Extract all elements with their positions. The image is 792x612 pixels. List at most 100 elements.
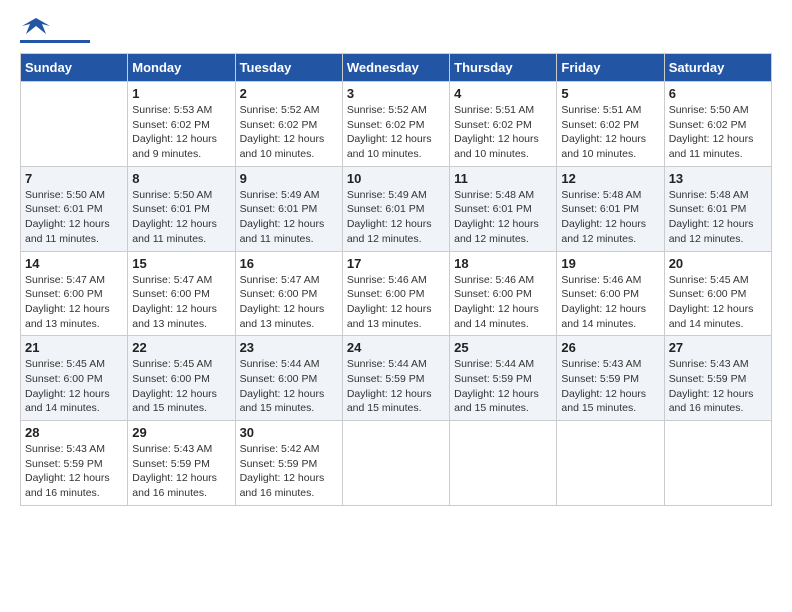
day-number: 19 <box>561 256 659 271</box>
day-of-week-header: Friday <box>557 54 664 82</box>
day-number: 18 <box>454 256 552 271</box>
day-info: Sunrise: 5:48 AMSunset: 6:01 PMDaylight:… <box>454 188 552 247</box>
logo <box>20 20 90 43</box>
calendar-cell: 6 Sunrise: 5:50 AMSunset: 6:02 PMDaylight… <box>664 82 771 167</box>
calendar-cell <box>557 421 664 506</box>
calendar-cell: 2 Sunrise: 5:52 AMSunset: 6:02 PMDaylight… <box>235 82 342 167</box>
day-number: 24 <box>347 340 445 355</box>
day-info: Sunrise: 5:43 AMSunset: 5:59 PMDaylight:… <box>669 357 767 416</box>
calendar-table: SundayMondayTuesdayWednesdayThursdayFrid… <box>20 53 772 506</box>
day-of-week-header: Sunday <box>21 54 128 82</box>
day-number: 21 <box>25 340 123 355</box>
day-info: Sunrise: 5:48 AMSunset: 6:01 PMDaylight:… <box>561 188 659 247</box>
calendar-cell: 15 Sunrise: 5:47 AMSunset: 6:00 PMDayligh… <box>128 251 235 336</box>
day-number: 23 <box>240 340 338 355</box>
day-of-week-header: Monday <box>128 54 235 82</box>
calendar-cell: 7 Sunrise: 5:50 AMSunset: 6:01 PMDaylight… <box>21 166 128 251</box>
day-number: 11 <box>454 171 552 186</box>
calendar-cell: 21 Sunrise: 5:45 AMSunset: 6:00 PMDayligh… <box>21 336 128 421</box>
calendar-cell: 22 Sunrise: 5:45 AMSunset: 6:00 PMDayligh… <box>128 336 235 421</box>
calendar-cell: 28Sunrise: 5:43 AMSunset: 5:59 PMDayligh… <box>21 421 128 506</box>
day-number: 27 <box>669 340 767 355</box>
day-number: 8 <box>132 171 230 186</box>
calendar-cell: 27 Sunrise: 5:43 AMSunset: 5:59 PMDayligh… <box>664 336 771 421</box>
day-info: Sunrise: 5:43 AMSunset: 5:59 PMDaylight:… <box>561 357 659 416</box>
day-info: Sunrise: 5:50 AMSunset: 6:01 PMDaylight:… <box>132 188 230 247</box>
day-info: Sunrise: 5:47 AMSunset: 6:00 PMDaylight:… <box>25 273 123 332</box>
calendar-cell: 1Sunrise: 5:53 AMSunset: 6:02 PMDaylight… <box>128 82 235 167</box>
calendar-cell: 29 Sunrise: 5:43 AMSunset: 5:59 PMDayligh… <box>128 421 235 506</box>
day-number: 14 <box>25 256 123 271</box>
day-info: Sunrise: 5:45 AMSunset: 6:00 PMDaylight:… <box>25 357 123 416</box>
calendar-header-row: SundayMondayTuesdayWednesdayThursdayFrid… <box>21 54 772 82</box>
day-of-week-header: Saturday <box>664 54 771 82</box>
calendar-cell: 18 Sunrise: 5:46 AMSunset: 6:00 PMDayligh… <box>450 251 557 336</box>
day-number: 25 <box>454 340 552 355</box>
day-number: 29 <box>132 425 230 440</box>
day-info: Sunrise: 5:43 AMSunset: 5:59 PMDaylight:… <box>132 442 230 501</box>
calendar-cell <box>21 82 128 167</box>
day-info: Sunrise: 5:52 AMSunset: 6:02 PMDaylight:… <box>347 103 445 162</box>
calendar-cell <box>450 421 557 506</box>
calendar-cell: 23 Sunrise: 5:44 AMSunset: 6:00 PMDayligh… <box>235 336 342 421</box>
calendar-cell: 12 Sunrise: 5:48 AMSunset: 6:01 PMDayligh… <box>557 166 664 251</box>
day-info: Sunrise: 5:50 AMSunset: 6:02 PMDaylight:… <box>669 103 767 162</box>
calendar-cell: 26 Sunrise: 5:43 AMSunset: 5:59 PMDayligh… <box>557 336 664 421</box>
day-number: 4 <box>454 86 552 101</box>
calendar-week-row: 7 Sunrise: 5:50 AMSunset: 6:01 PMDaylight… <box>21 166 772 251</box>
day-number: 15 <box>132 256 230 271</box>
calendar-week-row: 1Sunrise: 5:53 AMSunset: 6:02 PMDaylight… <box>21 82 772 167</box>
day-info: Sunrise: 5:45 AMSunset: 6:00 PMDaylight:… <box>132 357 230 416</box>
calendar-cell: 24 Sunrise: 5:44 AMSunset: 5:59 PMDayligh… <box>342 336 449 421</box>
calendar-cell: 16 Sunrise: 5:47 AMSunset: 6:00 PMDayligh… <box>235 251 342 336</box>
day-info: Sunrise: 5:53 AMSunset: 6:02 PMDaylight:… <box>132 103 230 162</box>
calendar-cell: 20Sunrise: 5:45 AMSunset: 6:00 PMDayligh… <box>664 251 771 336</box>
day-info: Sunrise: 5:49 AMSunset: 6:01 PMDaylight:… <box>347 188 445 247</box>
calendar-cell: 9Sunrise: 5:49 AMSunset: 6:01 PMDaylight… <box>235 166 342 251</box>
day-info: Sunrise: 5:44 AMSunset: 5:59 PMDaylight:… <box>454 357 552 416</box>
day-info: Sunrise: 5:44 AMSunset: 6:00 PMDaylight:… <box>240 357 338 416</box>
day-number: 13 <box>669 171 767 186</box>
calendar-cell: 4 Sunrise: 5:51 AMSunset: 6:02 PMDaylight… <box>450 82 557 167</box>
calendar-week-row: 14 Sunrise: 5:47 AMSunset: 6:00 PMDayligh… <box>21 251 772 336</box>
day-number: 22 <box>132 340 230 355</box>
day-number: 12 <box>561 171 659 186</box>
day-info: Sunrise: 5:46 AMSunset: 6:00 PMDaylight:… <box>561 273 659 332</box>
day-info: Sunrise: 5:48 AMSunset: 6:01 PMDaylight:… <box>669 188 767 247</box>
day-number: 20 <box>669 256 767 271</box>
day-of-week-header: Tuesday <box>235 54 342 82</box>
day-of-week-header: Wednesday <box>342 54 449 82</box>
day-number: 7 <box>25 171 123 186</box>
logo-bird-icon <box>22 16 50 38</box>
day-info: Sunrise: 5:46 AMSunset: 6:00 PMDaylight:… <box>454 273 552 332</box>
calendar-week-row: 21 Sunrise: 5:45 AMSunset: 6:00 PMDayligh… <box>21 336 772 421</box>
calendar-cell: 17Sunrise: 5:46 AMSunset: 6:00 PMDayligh… <box>342 251 449 336</box>
calendar-cell: 8 Sunrise: 5:50 AMSunset: 6:01 PMDaylight… <box>128 166 235 251</box>
calendar-cell: 14 Sunrise: 5:47 AMSunset: 6:00 PMDayligh… <box>21 251 128 336</box>
calendar-cell <box>342 421 449 506</box>
day-number: 2 <box>240 86 338 101</box>
day-number: 6 <box>669 86 767 101</box>
day-info: Sunrise: 5:44 AMSunset: 5:59 PMDaylight:… <box>347 357 445 416</box>
calendar-week-row: 28 Sunrise: 5:43 AMSunset: 5:59 PMDayligh… <box>21 421 772 506</box>
day-info: Sunrise: 5:51 AMSunset: 6:02 PMDaylight:… <box>454 103 552 162</box>
page-header <box>20 20 772 43</box>
day-info: Sunrise: 5:47 AMSunset: 6:00 PMDaylight:… <box>240 273 338 332</box>
day-info: Sunrise: 5:50 AMSunset: 6:01 PMDaylight:… <box>25 188 123 247</box>
calendar-cell: 11 Sunrise: 5:48 AMSunset: 6:01 PMDayligh… <box>450 166 557 251</box>
calendar-cell: 19 Sunrise: 5:46 AMSunset: 6:00 PMDayligh… <box>557 251 664 336</box>
day-number: 26 <box>561 340 659 355</box>
calendar-cell: 10 Sunrise: 5:49 AMSunset: 6:01 PMDayligh… <box>342 166 449 251</box>
day-number: 10 <box>347 171 445 186</box>
calendar-cell <box>664 421 771 506</box>
day-info: Sunrise: 5:49 AMSunset: 6:01 PMDaylight:… <box>240 188 338 247</box>
day-info: Sunrise: 5:47 AMSunset: 6:00 PMDaylight:… <box>132 273 230 332</box>
day-number: 28 <box>25 425 123 440</box>
day-number: 16 <box>240 256 338 271</box>
day-info: Sunrise: 5:52 AMSunset: 6:02 PMDaylight:… <box>240 103 338 162</box>
calendar-cell: 3Sunrise: 5:52 AMSunset: 6:02 PMDaylight… <box>342 82 449 167</box>
day-info: Sunrise: 5:51 AMSunset: 6:02 PMDaylight:… <box>561 103 659 162</box>
day-number: 5 <box>561 86 659 101</box>
calendar-cell: 5 Sunrise: 5:51 AMSunset: 6:02 PMDaylight… <box>557 82 664 167</box>
day-number: 30 <box>240 425 338 440</box>
